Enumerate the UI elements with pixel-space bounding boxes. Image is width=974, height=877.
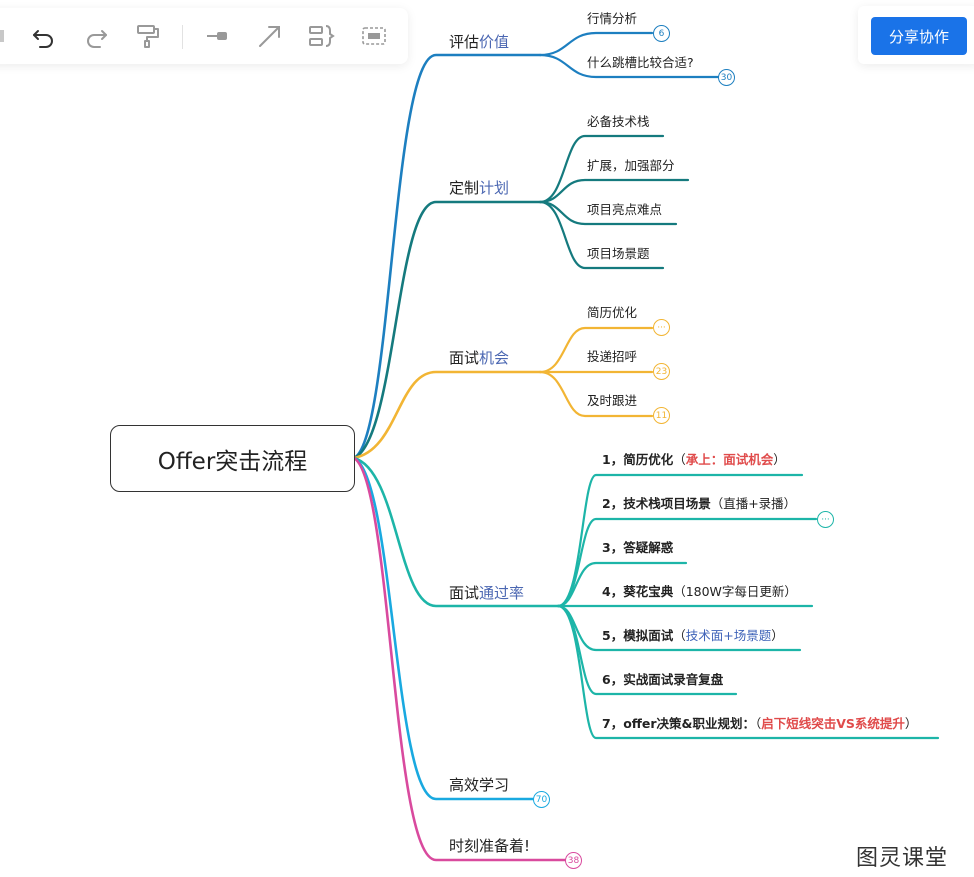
connector-b2-c2 — [538, 178, 690, 204]
branch-interview-opportunity[interactable]: 面试机会 — [449, 348, 509, 368]
branch-interview-pass-rate[interactable]: 面试通过率 — [449, 583, 524, 603]
step-title: 5，模拟面试 — [602, 628, 674, 643]
count-badge[interactable]: 38 — [565, 852, 582, 869]
branch-label-highlight: 机会 — [479, 349, 510, 367]
branch-always-ready[interactable]: 时刻准备着! — [449, 836, 530, 856]
partial-icon[interactable] — [0, 22, 14, 50]
node-step-3[interactable]: 3，答疑解惑 — [602, 538, 673, 558]
note-close: ） — [773, 452, 786, 467]
connector-branch-2 — [352, 200, 542, 460]
connector-branch-3 — [352, 370, 542, 460]
undo-icon[interactable] — [30, 22, 58, 50]
step-note: 承上：面试机会 — [685, 452, 774, 467]
branch-custom-plan[interactable]: 定制计划 — [449, 178, 509, 198]
branch-label-plain: 评估 — [449, 33, 480, 51]
connector-branch-5 — [352, 456, 535, 801]
watermark-text: 图灵课堂 — [856, 846, 949, 871]
step-note: 启下短线突击VS系统提升 — [761, 716, 905, 731]
node-extension[interactable]: 扩展，加强部分 — [587, 156, 675, 176]
node-step-7[interactable]: 7，offer决策&职业规划：（启下短线突击VS系统提升） — [602, 714, 917, 734]
step-title: 4，葵花宝典 — [602, 584, 674, 599]
branch-label-highlight: 计划 — [479, 179, 510, 197]
node-step-5[interactable]: 5，模拟面试（技术面+场景题） — [602, 626, 784, 646]
step-note: 技术面+场景题 — [685, 628, 772, 643]
branch-label-highlight: 价值 — [479, 33, 510, 51]
note-close: ） — [904, 716, 918, 731]
summary-icon[interactable] — [308, 22, 336, 50]
share-button[interactable]: 分享协作 — [871, 17, 967, 55]
step-note: （直播+录播） — [710, 496, 797, 511]
note-open: （ — [673, 628, 686, 643]
toolbar — [0, 8, 408, 64]
share-panel: 分享协作 — [858, 6, 974, 64]
node-step-2[interactable]: 2，技术栈项目场景（直播+录播） — [602, 494, 796, 514]
format-painter-icon[interactable] — [134, 22, 162, 50]
note-open: （ — [673, 452, 686, 467]
branch-efficient-learning[interactable]: 高效学习 — [449, 775, 509, 795]
count-badge[interactable]: 70 — [533, 791, 550, 808]
step-title: 7，offer决策&职业规划： — [602, 716, 755, 731]
node-step-4[interactable]: 4，葵花宝典（180W字每日更新） — [602, 582, 797, 602]
step-title: 2，技术栈项目场景 — [602, 496, 711, 511]
note-close: ） — [771, 628, 784, 643]
node-submit-greet[interactable]: 投递招呼 — [587, 347, 637, 367]
branch-label-plain: 定制 — [449, 179, 480, 197]
branch-evaluate-value[interactable]: 评估价值 — [449, 32, 509, 52]
node-essential-stack[interactable]: 必备技术栈 — [587, 112, 650, 132]
node-step-6[interactable]: 6，实战面试录音复盘 — [602, 670, 723, 690]
node-when-to-switch[interactable]: 什么跳槽比较合适? — [587, 53, 694, 73]
toolbar-separator — [182, 25, 183, 49]
node-follow-up[interactable]: 及时跟进 — [587, 391, 637, 411]
branch-label-plain: 面试 — [449, 584, 480, 602]
node-market-analysis[interactable]: 行情分析 — [587, 9, 637, 29]
more-badge[interactable]: ··· — [817, 511, 834, 528]
redo-icon[interactable] — [82, 22, 110, 50]
count-badge[interactable]: 6 — [653, 25, 670, 42]
step-title: 1，简历优化 — [602, 452, 674, 467]
root-node[interactable]: Offer突击流程 — [110, 425, 355, 492]
more-badge[interactable]: ··· — [653, 319, 670, 336]
node-step-1[interactable]: 1，简历优化（承上：面试机会） — [602, 450, 786, 470]
arrow-icon[interactable] — [256, 22, 284, 50]
node-project-highlights[interactable]: 项目亮点难点 — [587, 200, 662, 220]
boundary-icon[interactable] — [360, 22, 388, 50]
count-badge[interactable]: 11 — [653, 407, 670, 424]
node-project-scenarios[interactable]: 项目场景题 — [587, 244, 650, 264]
connector-b1-c1 — [538, 31, 654, 57]
connector-icon[interactable] — [204, 22, 232, 50]
count-badge[interactable]: 30 — [718, 69, 735, 86]
branch-label-highlight: 通过率 — [479, 584, 525, 602]
step-note: （180W字每日更新） — [673, 584, 797, 599]
node-resume-optimize[interactable]: 简历优化 — [587, 303, 637, 323]
branch-label-plain: 面试 — [449, 349, 480, 367]
count-badge[interactable]: 23 — [653, 363, 670, 380]
